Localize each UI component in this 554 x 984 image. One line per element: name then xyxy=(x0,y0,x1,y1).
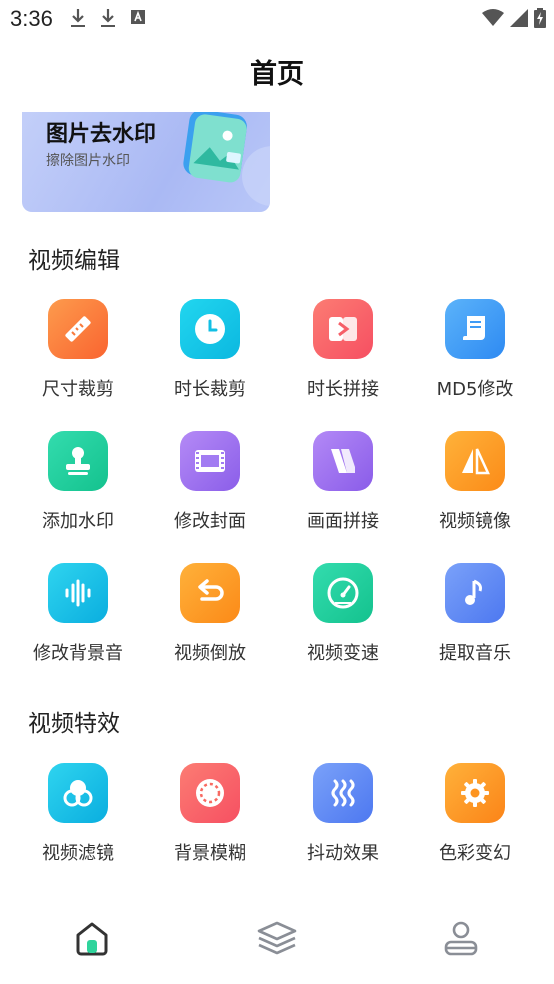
film-icon xyxy=(180,431,240,491)
section-title-video-effects: 视频特效 xyxy=(28,711,120,737)
tool-label: 视频滤镜 xyxy=(42,843,114,864)
tool-size-crop[interactable]: 尺寸裁剪 xyxy=(12,299,144,401)
tool-md5-modify[interactable]: MD5修改 xyxy=(409,299,541,401)
tool-background-blur[interactable]: 背景模糊 xyxy=(144,763,276,865)
tool-color-change[interactable]: 色彩变幻 xyxy=(409,763,541,865)
user-icon xyxy=(444,921,478,956)
mirror-icon xyxy=(445,431,505,491)
tool-label: 时长裁剪 xyxy=(174,379,246,400)
panels-icon xyxy=(313,431,373,491)
tool-label: 时长拼接 xyxy=(307,379,379,400)
speedometer-icon xyxy=(313,563,373,623)
system-icons xyxy=(482,8,546,28)
font-icon xyxy=(131,10,145,24)
tool-video-reverse[interactable]: 视频倒放 xyxy=(144,563,276,665)
tool-label: 画面拼接 xyxy=(307,511,379,532)
tool-label: 添加水印 xyxy=(42,511,114,532)
ruler-icon xyxy=(48,299,108,359)
signal-icon xyxy=(510,9,528,27)
tool-label: 修改封面 xyxy=(174,511,246,532)
tool-extract-music[interactable]: 提取音乐 xyxy=(409,563,541,665)
home-icon xyxy=(76,922,108,956)
stamp-icon xyxy=(48,431,108,491)
tool-label: 视频变速 xyxy=(307,643,379,664)
tool-label: 尺寸裁剪 xyxy=(42,379,114,400)
tool-video-mirror[interactable]: 视频镜像 xyxy=(409,431,541,533)
filter-icon xyxy=(48,763,108,823)
notification-icons xyxy=(70,8,146,28)
banner-title: 图片去水印 xyxy=(46,122,157,147)
tool-label: 提取音乐 xyxy=(439,643,511,664)
blur-icon xyxy=(180,763,240,823)
photo-illustration-icon xyxy=(183,112,270,206)
tool-label: 背景模糊 xyxy=(174,843,246,864)
tool-video-speed[interactable]: 视频变速 xyxy=(277,563,409,665)
wifi-icon xyxy=(482,9,504,26)
section-title-video-edit: 视频编辑 xyxy=(28,248,120,274)
layers-icon xyxy=(257,921,297,955)
tool-label: 修改背景音 xyxy=(33,643,123,664)
tool-video-filter[interactable]: 视频滤镜 xyxy=(12,763,144,865)
clock-icon xyxy=(180,299,240,359)
tool-label: 视频倒放 xyxy=(174,643,246,664)
gear-color-icon xyxy=(445,763,505,823)
tool-label: 抖动效果 xyxy=(307,843,379,864)
download-icon xyxy=(101,9,115,27)
watermark-removal-banner[interactable]: 图片去水印 擦除图片水印 xyxy=(22,112,270,212)
tool-label: 色彩变幻 xyxy=(439,843,511,864)
tool-modify-bgm[interactable]: 修改背景音 xyxy=(12,563,144,665)
shake-icon xyxy=(313,763,373,823)
document-icon xyxy=(445,299,505,359)
tool-shake-effect[interactable]: 抖动效果 xyxy=(277,763,409,865)
tool-add-watermark[interactable]: 添加水印 xyxy=(12,431,144,533)
banner-subtitle: 擦除图片水印 xyxy=(46,153,130,169)
status-time: 3:36 xyxy=(10,6,53,31)
battery-icon xyxy=(534,8,546,28)
tool-modify-cover[interactable]: 修改封面 xyxy=(144,431,276,533)
reverse-icon xyxy=(180,563,240,623)
tool-duration-splice[interactable]: 时长拼接 xyxy=(277,299,409,401)
nav-layers[interactable] xyxy=(255,916,299,960)
music-note-icon xyxy=(445,563,505,623)
tool-duration-crop[interactable]: 时长裁剪 xyxy=(144,299,276,401)
page-title: 首页 xyxy=(250,59,304,90)
waveform-icon xyxy=(48,563,108,623)
download-icon xyxy=(71,9,85,27)
bottom-navigation xyxy=(0,900,554,984)
tool-label: 视频镜像 xyxy=(439,511,511,532)
status-bar: 3:36 xyxy=(0,0,554,38)
tool-label: MD5修改 xyxy=(436,379,514,400)
tool-picture-splice[interactable]: 画面拼接 xyxy=(277,431,409,533)
nav-profile[interactable] xyxy=(439,916,483,960)
nav-home[interactable] xyxy=(70,916,114,960)
splice-icon xyxy=(313,299,373,359)
